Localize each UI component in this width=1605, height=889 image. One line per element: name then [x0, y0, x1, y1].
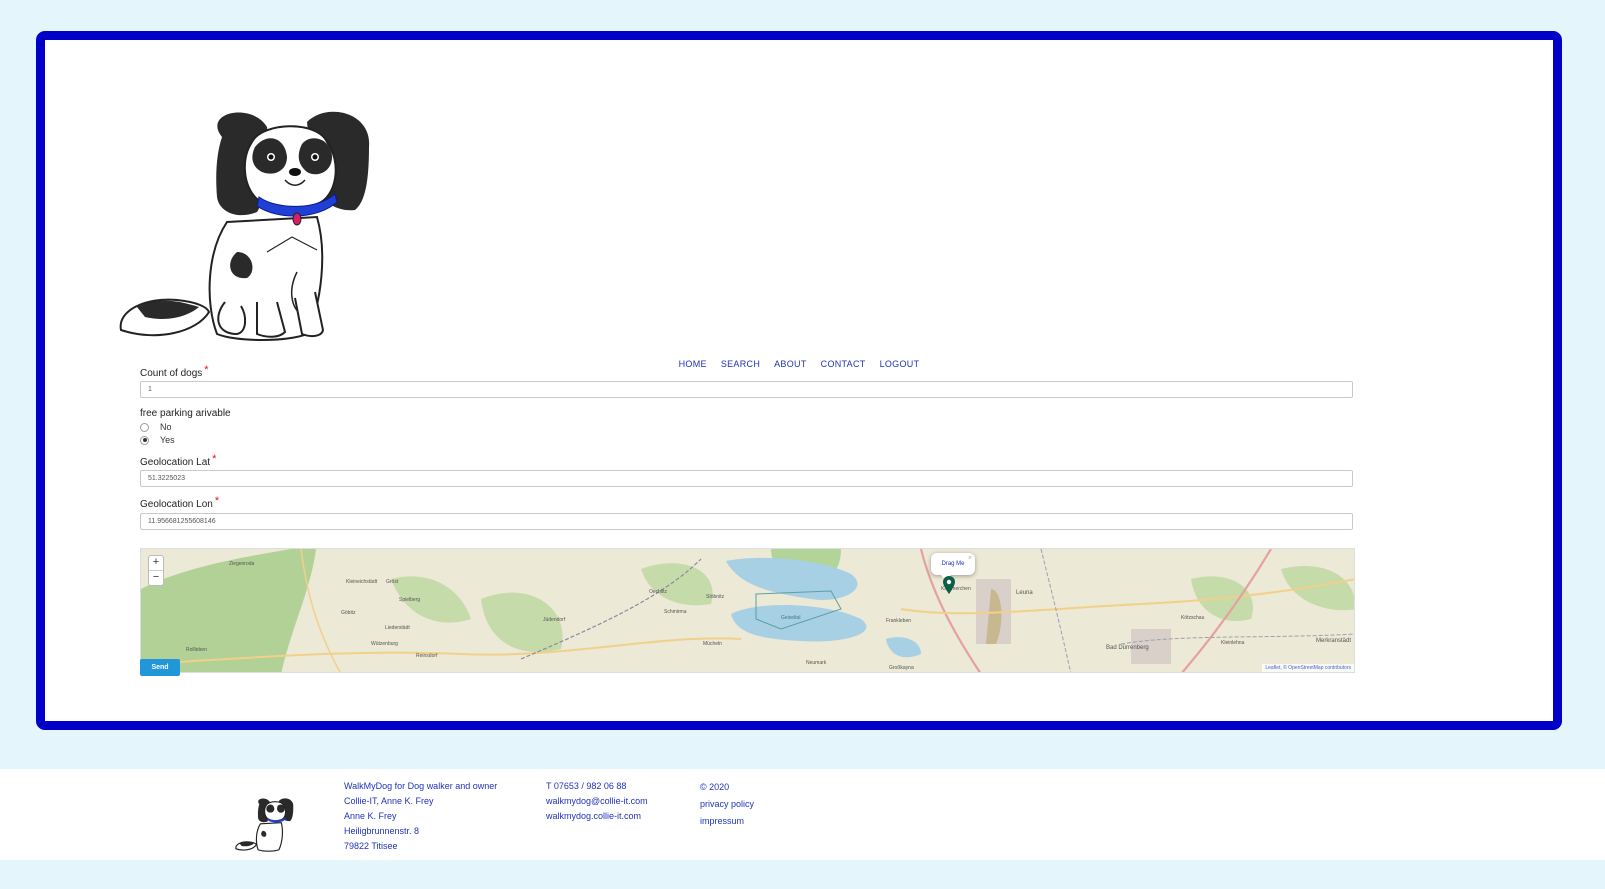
map-place-label: Wützenburg — [371, 641, 398, 647]
map-place-label: Kötzschau — [1181, 615, 1205, 621]
required-mark: * — [204, 364, 209, 376]
zoom-out-button[interactable]: − — [149, 571, 163, 585]
map-place-label: Rollleben — [186, 647, 207, 653]
radio-yes[interactable] — [140, 435, 149, 445]
map-place-label: Stöbnitz — [706, 594, 725, 600]
map-place-label: Jüdendorf — [543, 617, 566, 623]
lon-label: Geolocation Lon * — [140, 495, 220, 510]
footer-contact: T 07653 / 982 06 88 walkmydog@collie-it.… — [546, 779, 648, 824]
map-attribution[interactable]: Leaflet, © OpenStreetMap contributors — [1262, 664, 1354, 672]
footer-line: Heiligbrunnenstr. 8 — [344, 826, 420, 836]
map-place-label: Ziegenroda — [229, 561, 255, 567]
parking-label: free parking arivable — [140, 408, 231, 419]
location-map[interactable]: Ziegenroda Kleineichstädt Gröst Spielber… — [140, 548, 1355, 673]
map-place-label: Oechlitz — [649, 589, 668, 595]
count-of-dogs-input[interactable] — [140, 381, 1353, 398]
map-place-label: Kleinlehna — [1221, 640, 1245, 646]
footer-copyright: © 2020 — [700, 782, 730, 792]
impressum-link[interactable]: impressum — [700, 813, 754, 830]
map-zoom-control: + − — [148, 555, 164, 586]
main-nav: HOME SEARCH ABOUT CONTACT LOGOUT — [45, 359, 1553, 369]
footer-line: WalkMyDog for Dog walker and owner — [344, 781, 498, 791]
map-place-label: Neumark — [806, 660, 827, 666]
map-place-label: Bad Dürrenberg — [1106, 645, 1149, 651]
privacy-policy-link[interactable]: privacy policy — [700, 796, 754, 813]
map-place-label: Merkranstädt — [1316, 638, 1351, 644]
footer-address: WalkMyDog for Dog walker and owner Colli… — [344, 779, 497, 854]
marker-popup: Drag Me × — [931, 553, 975, 575]
send-button[interactable]: Send — [140, 659, 180, 676]
radio-selected-dot — [142, 438, 147, 442]
map-place-label: Frankleben — [886, 618, 911, 624]
map-place-label: Liederstädt — [385, 625, 410, 631]
nav-about[interactable]: ABOUT — [774, 359, 807, 369]
footer-website-link[interactable]: walkmydog.collie-it.com — [546, 809, 648, 824]
map-tiles: Ziegenroda Kleineichstädt Gröst Spielber… — [141, 549, 1354, 672]
map-place-label: Mücheln — [703, 641, 722, 647]
map-place-label: Leuna — [1016, 590, 1033, 596]
required-mark: * — [212, 453, 217, 465]
footer-email-link[interactable]: walkmydog@collie-it.com — [546, 794, 648, 809]
map-place-label: Göbitz — [341, 610, 356, 616]
count-label: Count of dogs * — [140, 364, 209, 379]
nav-home[interactable]: HOME — [679, 359, 707, 369]
popup-close-button[interactable]: × — [968, 549, 972, 570]
map-place-label: Reinsdorf — [416, 653, 438, 659]
footer-line: 79822 Titisee — [344, 841, 398, 851]
parking-option-no[interactable]: No — [140, 422, 172, 432]
map-marker-icon[interactable] — [943, 576, 955, 594]
radio-no-label: No — [160, 422, 172, 432]
geolocation-lat-input[interactable] — [140, 470, 1353, 487]
map-place-label: Großkayna — [889, 665, 914, 671]
nav-contact[interactable]: CONTACT — [821, 359, 866, 369]
nav-logout[interactable]: LOGOUT — [880, 359, 920, 369]
dog-logo — [119, 111, 370, 341]
map-place-label: Kleineichstädt — [346, 579, 378, 585]
footer: WalkMyDog for Dog walker and owner Colli… — [0, 769, 1605, 860]
required-mark: * — [214, 495, 220, 507]
map-place-label: Geiseltal — [781, 615, 800, 621]
footer-dog-logo — [235, 798, 294, 852]
radio-yes-label: Yes — [160, 435, 175, 445]
footer-line: Collie-IT, Anne K. Frey — [344, 796, 434, 806]
map-place-label: Spielberg — [399, 597, 420, 603]
radio-no[interactable] — [140, 422, 149, 432]
lat-label: Geolocation Lat * — [140, 453, 217, 468]
geolocation-lon-input[interactable] — [140, 513, 1353, 530]
footer-phone-link[interactable]: T 07653 / 982 06 88 — [546, 779, 648, 794]
map-place-label: Gröst — [386, 579, 399, 585]
parking-option-yes[interactable]: Yes — [140, 435, 175, 445]
zoom-in-button[interactable]: + — [149, 556, 163, 571]
popup-text: Drag Me — [941, 561, 965, 567]
footer-line: Anne K. Frey — [344, 811, 397, 821]
footer-legal: © 2020 privacy policy impressum — [700, 779, 754, 830]
map-place-label: Schmirma — [664, 609, 687, 615]
nav-search[interactable]: SEARCH — [721, 359, 760, 369]
